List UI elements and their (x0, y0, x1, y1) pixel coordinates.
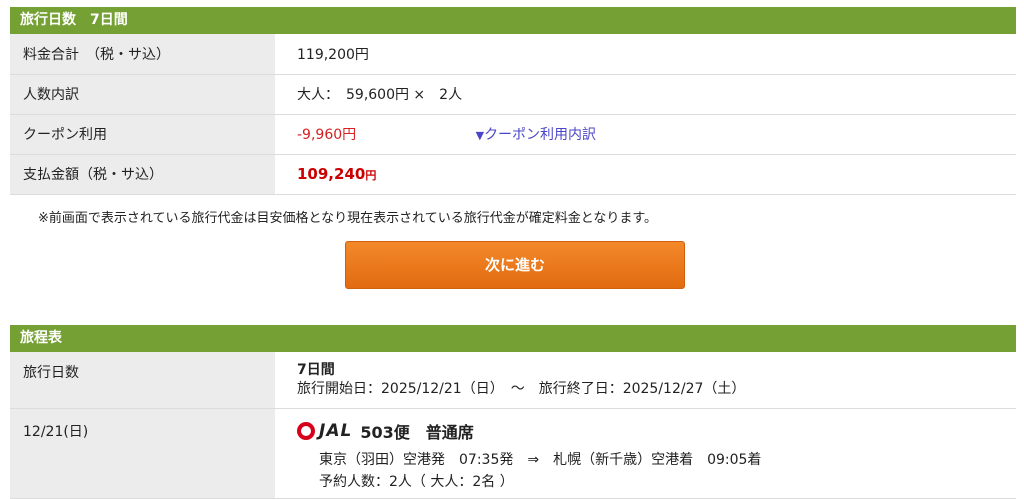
coupon-details-link[interactable]: ▼クーポン利用内訳 (476, 127, 596, 143)
flight-cell: JAL 503便 普通席 東京（羽田）空港発 07:35発 ⇒ 札幌（新千歳）空… (275, 409, 1016, 499)
price-note: ※前画面で表示されている旅行代金は目安価格となり現在表示されている旅行代金が確定… (10, 195, 1016, 225)
triangle-down-icon: ▼ (476, 129, 484, 142)
jal-logo-text: JAL (319, 421, 352, 441)
table-row: クーポン利用 -9,960円 ▼クーポン利用内訳 (10, 114, 1016, 154)
next-button[interactable]: 次に進む (345, 241, 685, 289)
coupon-details-label: クーポン利用内訳 (484, 127, 596, 143)
table-row: 支払金額（税・サ込） 109,240円 (10, 154, 1016, 194)
itinerary-days-cell: 7日間 旅行開始日：2025/12/21（日） ～ 旅行終了日：2025/12/… (275, 352, 1016, 409)
booking-summary: 旅行日数 7日間 料金合計 （税・サ込） 119,200円 人数内訳 大人： 5… (10, 7, 1016, 499)
breakdown-value: 大人： 59,600円 × 2人 (275, 74, 1016, 114)
flight-passengers: 予約人数：2人（ 大人：2名 ） (319, 471, 1015, 493)
button-area: 次に進む (10, 225, 1016, 325)
flight-name: 503便 普通席 (360, 419, 473, 443)
itinerary-dates: 旅行開始日：2025/12/21（日） ～ 旅行終了日：2025/12/27（土… (297, 380, 1015, 399)
flight-detail: 東京（羽田）空港発 07:35発 ⇒ 札幌（新千歳）空港着 09:05着 予約人… (297, 449, 1015, 493)
coupon-label: クーポン利用 (10, 114, 275, 154)
table-row: 旅行日数 7日間 旅行開始日：2025/12/21（日） ～ 旅行終了日：202… (10, 352, 1016, 409)
payment-unit: 円 (365, 169, 376, 182)
table-row: 12/21(日) JAL 503便 普通席 東京（羽田）空港発 07:35発 ⇒… (10, 409, 1016, 499)
payment-label: 支払金額（税・サ込） (10, 154, 275, 194)
itinerary-days-label: 旅行日数 (10, 352, 275, 409)
coupon-value: -9,960円 (297, 127, 356, 143)
total-price-label: 料金合計 （税・サ込） (10, 34, 275, 74)
payment-amount: 109,240 (297, 165, 365, 183)
table-row: 料金合計 （税・サ込） 119,200円 (10, 34, 1016, 74)
coupon-cell: -9,960円 ▼クーポン利用内訳 (275, 114, 1016, 154)
table-row: 人数内訳 大人： 59,600円 × 2人 (10, 74, 1016, 114)
payment-cell: 109,240円 (275, 154, 1016, 194)
flight-route: 東京（羽田）空港発 07:35発 ⇒ 札幌（新千歳）空港着 09:05着 (319, 449, 1015, 471)
jal-logo: JAL (297, 421, 352, 441)
price-table: 料金合計 （税・サ込） 119,200円 人数内訳 大人： 59,600円 × … (10, 34, 1016, 195)
itinerary-header: 旅程表 (10, 325, 1016, 352)
total-price-value: 119,200円 (275, 34, 1016, 74)
itinerary-days-value: 7日間 (297, 361, 1015, 380)
jal-crane-icon (297, 422, 315, 440)
travel-days-header: 旅行日数 7日間 (10, 7, 1016, 34)
breakdown-label: 人数内訳 (10, 74, 275, 114)
itinerary-table: 旅行日数 7日間 旅行開始日：2025/12/21（日） ～ 旅行終了日：202… (10, 352, 1016, 499)
flight-title: JAL 503便 普通席 (297, 419, 1015, 443)
flight-date: 12/21(日) (10, 409, 275, 499)
